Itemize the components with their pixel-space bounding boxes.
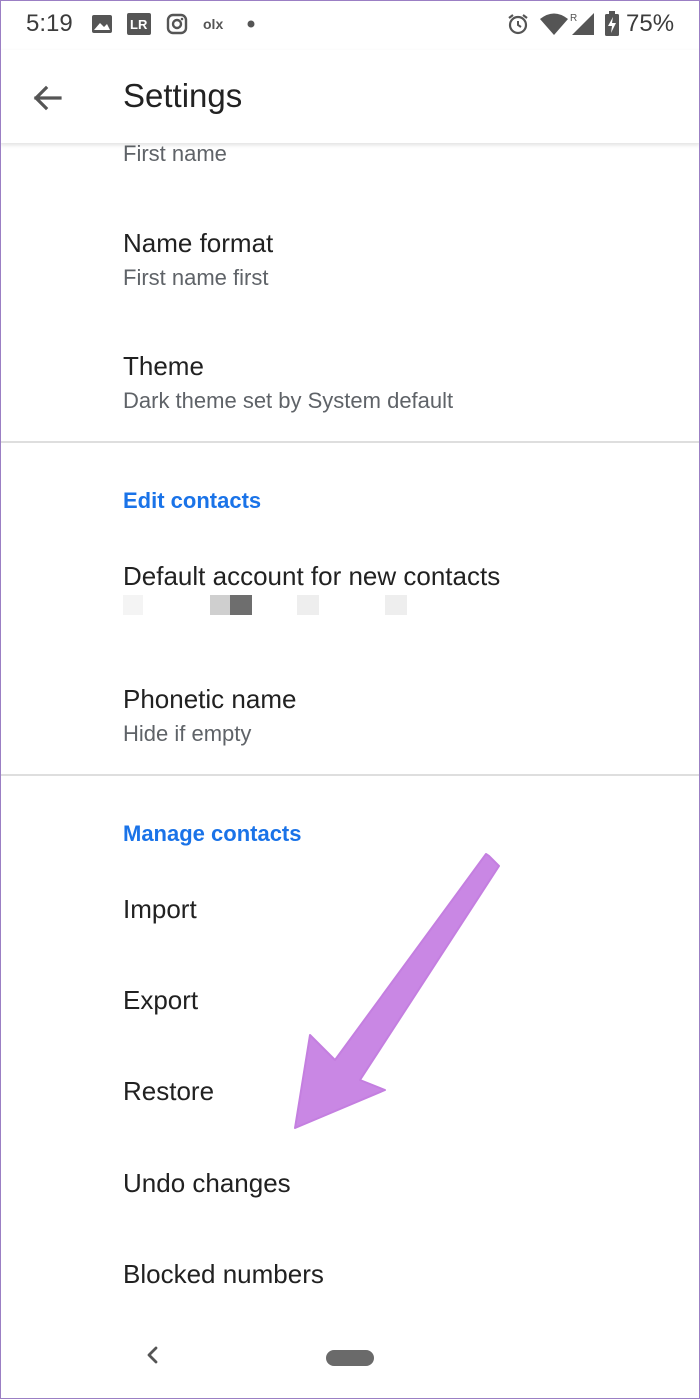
setting-item-blocked-numbers[interactable]: Blocked numbers [0,1232,700,1312]
alarm-icon [505,11,531,37]
setting-item-undo-changes[interactable]: Undo changes [0,1140,700,1228]
battery-charging-icon [602,11,622,37]
setting-sub-name-format: First name first [123,265,269,290]
setting-title-restore: Restore [123,1076,215,1106]
setting-item-theme[interactable]: Theme Dark theme set by System default [0,331,700,431]
setting-item-phonetic-name[interactable]: Phonetic name Hide if empty [0,664,700,764]
system-nav-bar [0,1310,700,1399]
setting-item-name-format[interactable]: Name format First name first [0,208,700,308]
app-bar: Settings [0,50,700,143]
section-divider [0,441,700,443]
status-bar: 5:19 LR olx R 75% [0,0,700,50]
setting-item-import[interactable]: Import [0,866,700,954]
setting-item-restore[interactable]: Restore [0,1049,700,1137]
page-title: Settings [123,77,243,114]
instagram-icon [165,11,189,37]
setting-title-phonetic-name: Phonetic name [123,684,297,714]
signal-icon: R [570,11,598,37]
battery-percent: 75% [626,10,675,37]
back-button[interactable] [26,76,70,120]
setting-sub-theme: Dark theme set by System default [123,388,454,413]
setting-title-theme: Theme [123,351,204,381]
setting-sub-first-name: First name [123,141,227,166]
status-time: 5:19 [26,10,73,37]
setting-item-sort-by[interactable]: First name [0,140,700,180]
lr-app-icon: LR [126,11,152,37]
setting-title-undo-changes: Undo changes [123,1168,291,1198]
section-header-manage-contacts: Manage contacts [123,821,302,846]
section-header-edit-contacts: Edit contacts [123,488,262,513]
image-icon [90,11,114,37]
setting-sub-phonetic-name: Hide if empty [123,721,252,746]
notification-dot-icon [244,11,258,37]
nav-back-button[interactable] [138,1340,168,1370]
olx-label: olx [203,16,223,32]
lr-label: LR [130,17,148,32]
home-pill-icon[interactable] [326,1350,374,1366]
setting-item-default-account[interactable]: Default account for new contacts [0,540,700,640]
setting-title-import: Import [123,894,197,924]
olx-icon: olx [202,11,232,37]
section-divider [0,774,700,776]
setting-item-export[interactable]: Export [0,958,700,1046]
setting-title-name-format: Name format [123,228,274,258]
arrow-back-icon [33,85,62,111]
setting-title-default-account: Default account for new contacts [123,561,501,591]
setting-title-export: Export [123,985,199,1015]
wifi-icon [538,11,570,37]
nav-back-icon [147,1346,158,1364]
roaming-label: R [570,13,577,24]
setting-title-blocked-numbers: Blocked numbers [123,1259,324,1289]
